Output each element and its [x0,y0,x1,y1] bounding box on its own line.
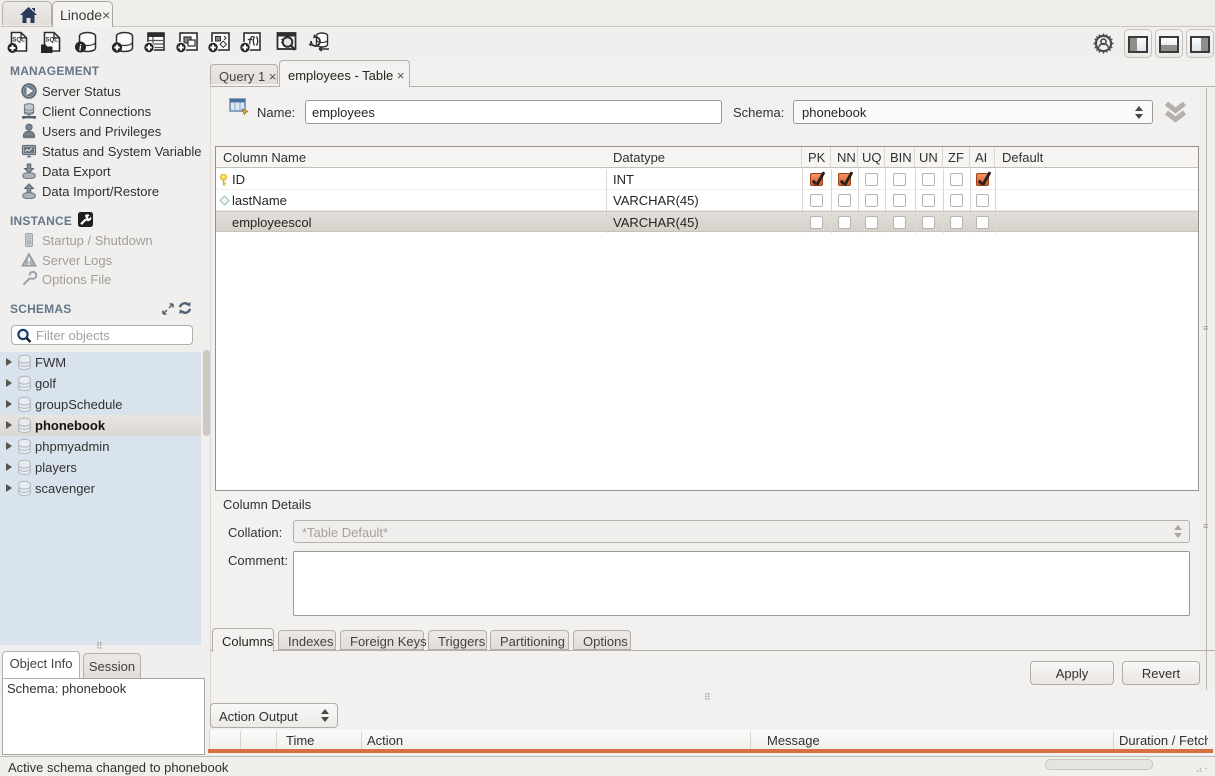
svg-text:SQL: SQL [46,38,59,44]
svg-text:SQL: SQL [13,38,26,44]
